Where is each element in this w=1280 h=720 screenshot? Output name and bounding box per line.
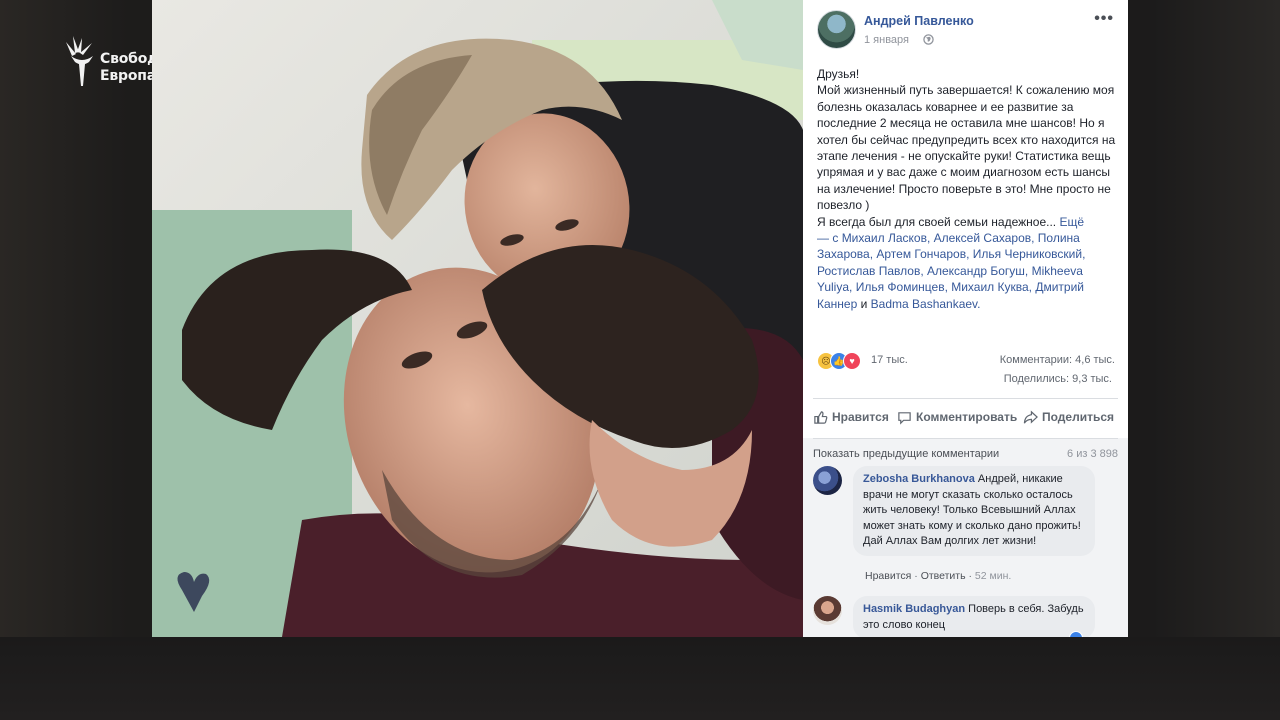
comment-author[interactable]: Hasmik Budaghyan	[863, 603, 965, 615]
bottom-background	[0, 637, 1280, 720]
post-timestamp[interactable]: 1 января	[864, 34, 909, 46]
share-count[interactable]: Поделились: 9,3 тыс.	[1004, 373, 1112, 385]
comment-actions: Нравится · Ответить · 52 мин.	[865, 570, 1012, 582]
comment-icon	[898, 411, 911, 425]
reaction-count[interactable]: 17 тыс.	[871, 354, 908, 366]
comment-bubble: Hasmik Budaghyan Поверь в себя. Забудь э…	[853, 596, 1095, 637]
divider	[813, 398, 1118, 399]
tag-and: и	[860, 296, 868, 311]
post-body: Друзья! Мой жизненный путь завершается! …	[817, 67, 1116, 229]
globe-icon	[923, 34, 934, 45]
post-text: Друзья! Мой жизненный путь завершается! …	[817, 66, 1117, 312]
show-previous-comments-link[interactable]: Показать предыдущие комментарии	[813, 448, 999, 460]
comments-range: 6 из 3 898	[1067, 448, 1118, 460]
see-more-link[interactable]: Ещё	[1059, 215, 1084, 229]
comment-label: Комментировать	[916, 410, 1018, 424]
comment-time[interactable]: 52 мин.	[975, 570, 1011, 582]
divider	[813, 438, 1118, 439]
share-icon	[1023, 409, 1038, 424]
selfie-illustration	[152, 0, 803, 637]
like-label: Нравится	[832, 410, 889, 424]
share-label: Поделиться	[1042, 410, 1115, 424]
reaction-icons[interactable]: ☹ 👍 ♥	[817, 352, 869, 370]
post-header: Андрей Павленко 1 января •••	[803, 0, 1128, 60]
comment-button[interactable]: Комментировать	[897, 406, 1017, 428]
commenter-avatar[interactable]	[813, 466, 842, 495]
share-button[interactable]: Поделиться	[1023, 406, 1114, 428]
author-avatar[interactable]	[817, 10, 856, 49]
torch-icon	[66, 36, 93, 86]
more-options-icon[interactable]: •••	[1094, 10, 1114, 28]
comment-author[interactable]: Zebosha Burkhanova	[863, 473, 975, 485]
comment-like-link[interactable]: Нравится	[865, 570, 911, 582]
facebook-post: Андрей Павленко 1 января ••• Друзья! Мой…	[803, 0, 1128, 637]
love-reaction-icon: ♥	[843, 352, 861, 370]
like-button[interactable]: Нравится	[813, 406, 889, 428]
comment-bubble: Zebosha Burkhanova Андрей, никакие врачи…	[853, 466, 1095, 556]
thumbs-up-icon	[814, 410, 828, 424]
post-photo[interactable]	[152, 0, 803, 637]
comments-section: Показать предыдущие комментарии 6 из 3 8…	[803, 438, 1128, 637]
comment-reply-link[interactable]: Ответить	[921, 570, 966, 582]
reactions-bar: ☹ 👍 ♥ 17 тыс. Комментарии: 4,6 тыс.	[817, 352, 1117, 370]
commenter-avatar[interactable]	[813, 596, 842, 625]
author-name[interactable]: Андрей Павленко	[864, 14, 974, 28]
post-actions: Нравится Комментировать Поделиться	[811, 406, 1120, 428]
comment-item: Zebosha Burkhanova Андрей, никакие врачи…	[813, 466, 1118, 586]
tag-prefix: — с	[817, 231, 839, 246]
comment-count[interactable]: Комментарии: 4,6 тыс.	[1000, 354, 1115, 366]
tagged-last[interactable]: Badma Bashankaev.	[871, 297, 981, 311]
